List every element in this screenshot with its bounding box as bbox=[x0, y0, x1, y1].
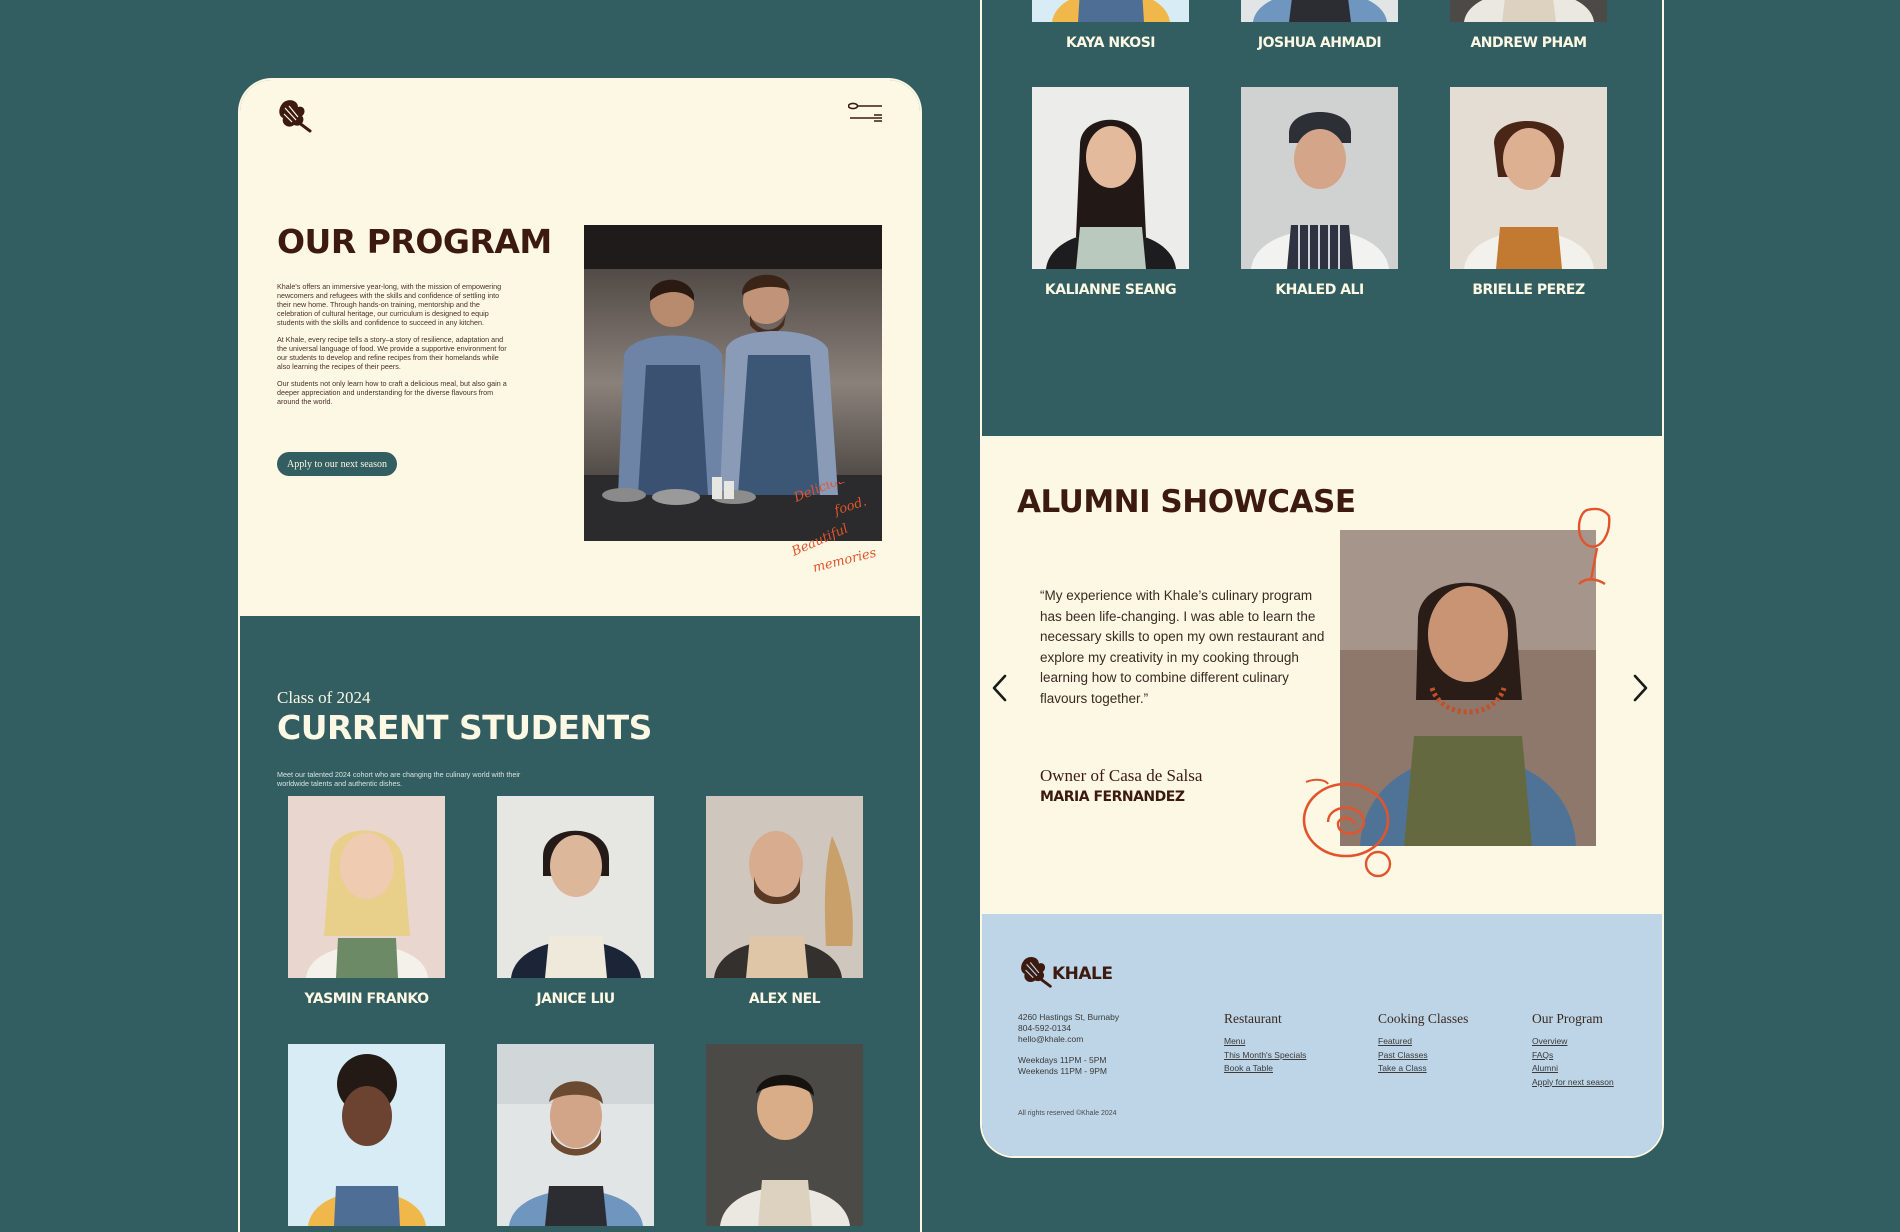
footer-link-past-classes[interactable]: Past Classes bbox=[1378, 1049, 1468, 1063]
footer-column-heading: Cooking Classes bbox=[1378, 1011, 1469, 1026]
student-photo bbox=[1241, 87, 1398, 269]
student-name: YASMIN FRANKO bbox=[304, 991, 429, 1007]
student-photo bbox=[706, 796, 863, 978]
alumni-name: MARIA FERNANDEZ bbox=[1040, 789, 1185, 805]
wine-glass-doodle-icon bbox=[1577, 507, 1611, 586]
footer-column-cooking-classes: Cooking Classes Featured Past Classes Ta… bbox=[1378, 1011, 1468, 1076]
address: 4260 Hastings St, Burnaby bbox=[1018, 1012, 1120, 1022]
delicious-food-scribble: Delicious food. Beautiful memories bbox=[792, 482, 878, 576]
footer-link-overview[interactable]: Overview bbox=[1532, 1035, 1614, 1049]
student-card[interactable] bbox=[497, 1044, 654, 1226]
apply-next-season-button[interactable]: Apply to our next season bbox=[277, 452, 397, 476]
student-name: KALIANNE SEANG bbox=[1044, 282, 1177, 298]
student-photo bbox=[1450, 87, 1607, 269]
alumni-title: ALUMNI SHOWCASE bbox=[1017, 484, 1356, 520]
student-photo bbox=[1032, 87, 1189, 269]
alumni-quote: “My experience with Khale’s culinary pro… bbox=[1040, 588, 1325, 706]
svg-text:food.: food. bbox=[832, 494, 869, 519]
student-photo bbox=[288, 1044, 445, 1226]
current-students-section: Class of 2024 CURRENT STUDENTS Meet our … bbox=[240, 616, 920, 1232]
student-name: BRIELLE PEREZ bbox=[1472, 282, 1585, 298]
student-card[interactable]: JANICE LIU bbox=[497, 796, 654, 1007]
student-card[interactable] bbox=[706, 1044, 863, 1226]
email[interactable]: hello@khale.com bbox=[1018, 1034, 1119, 1045]
student-name: KHALED ALI bbox=[1275, 282, 1364, 298]
student-card[interactable]: KAYA NKOSI bbox=[1032, 0, 1189, 51]
footer-column-restaurant: Restaurant Menu This Month's Specials Bo… bbox=[1224, 1011, 1306, 1076]
plate-doodle-icon bbox=[1302, 778, 1392, 878]
student-name: KAYA NKOSI bbox=[1066, 35, 1155, 51]
student-name: JOSHUA AHMADI bbox=[1257, 35, 1382, 51]
footer-link-featured[interactable]: Featured bbox=[1378, 1035, 1468, 1049]
footer-link-menu[interactable]: Menu bbox=[1224, 1035, 1306, 1049]
footer-link-book-table[interactable]: Book a Table bbox=[1224, 1062, 1306, 1076]
student-card[interactable]: YASMIN FRANKO bbox=[288, 796, 445, 1007]
program-paragraph: At Khale, every recipe tells a story–a s… bbox=[277, 335, 507, 371]
hours-weekdays: Weekdays 11PM - 5PM bbox=[1018, 1055, 1107, 1065]
program-description: Khale's offers an immersive year-long, w… bbox=[277, 282, 512, 414]
students-title: CURRENT STUDENTS bbox=[277, 708, 652, 747]
student-photo bbox=[497, 1044, 654, 1226]
footer-link-alumni[interactable]: Alumni bbox=[1532, 1062, 1614, 1076]
program-page-panel: OUR PROGRAM Khale's offers an immersive … bbox=[238, 78, 922, 1232]
student-card[interactable]: KHALED ALI bbox=[1241, 87, 1398, 298]
program-title: OUR PROGRAM bbox=[277, 222, 552, 261]
student-name: JANICE LIU bbox=[536, 991, 615, 1007]
student-photo bbox=[288, 796, 445, 978]
student-photo bbox=[1450, 0, 1607, 22]
footer-column-heading: Restaurant bbox=[1224, 1011, 1282, 1026]
footer-brand: KHALE bbox=[1052, 964, 1113, 984]
student-photo bbox=[497, 796, 654, 978]
student-card[interactable]: ALEX NEL bbox=[706, 796, 863, 1007]
khale-logo-icon[interactable] bbox=[1018, 954, 1056, 990]
footer-column-our-program: Our Program Overview FAQs Alumni Apply f… bbox=[1532, 1011, 1614, 1089]
student-card[interactable]: ANDREW PHAM bbox=[1450, 0, 1607, 51]
student-photo bbox=[706, 1044, 863, 1226]
footer-link-apply[interactable]: Apply for next season bbox=[1532, 1076, 1614, 1090]
program-paragraph: Khale's offers an immersive year-long, w… bbox=[277, 282, 502, 327]
students-description: Meet our talented 2024 cohort who are ch… bbox=[277, 770, 521, 788]
contact-info: 4260 Hastings St, Burnaby 804-592-0134 h… bbox=[1018, 1012, 1119, 1077]
menu-utensils-icon[interactable] bbox=[848, 98, 884, 128]
student-card[interactable] bbox=[288, 1044, 445, 1226]
student-card[interactable]: BRIELLE PEREZ bbox=[1450, 87, 1607, 298]
footer-link-take-class[interactable]: Take a Class bbox=[1378, 1062, 1468, 1076]
hours-weekends: Weekends 11PM - 9PM bbox=[1018, 1066, 1107, 1076]
footer-link-faqs[interactable]: FAQs bbox=[1532, 1049, 1614, 1063]
student-name: ALEX NEL bbox=[748, 991, 821, 1007]
program-paragraph: Our students not only learn how to craft… bbox=[277, 379, 507, 406]
student-name: ANDREW PHAM bbox=[1470, 35, 1587, 51]
footer-link-specials[interactable]: This Month's Specials bbox=[1224, 1049, 1306, 1063]
chevron-left-icon[interactable] bbox=[990, 672, 1010, 704]
khale-logo-icon[interactable] bbox=[276, 98, 316, 134]
site-footer: KHALE 4260 Hastings St, Burnaby 804-592-… bbox=[982, 914, 1662, 1156]
chevron-right-icon[interactable] bbox=[1630, 672, 1650, 704]
student-photo bbox=[1032, 0, 1189, 22]
svg-text:memories: memories bbox=[811, 546, 878, 576]
students-alumni-panel: KAYA NKOSI JOSHUA AHMADI ANDREW PHAM KAL… bbox=[980, 0, 1664, 1158]
copyright: All rights reserved ©Khale 2024 bbox=[1018, 1110, 1117, 1117]
our-program-section: OUR PROGRAM Khale's offers an immersive … bbox=[240, 80, 920, 616]
alumni-showcase-section: ALUMNI SHOWCASE “My experience with Khal… bbox=[982, 436, 1662, 914]
student-photo bbox=[1241, 0, 1398, 22]
phone[interactable]: 804-592-0134 bbox=[1018, 1023, 1119, 1034]
footer-column-heading: Our Program bbox=[1532, 1011, 1603, 1026]
student-card[interactable]: KALIANNE SEANG bbox=[1032, 87, 1189, 298]
class-label: Class of 2024 bbox=[277, 688, 371, 707]
alumni-role: Owner of Casa de Salsa bbox=[1040, 766, 1203, 785]
student-card[interactable]: JOSHUA AHMADI bbox=[1241, 0, 1398, 51]
